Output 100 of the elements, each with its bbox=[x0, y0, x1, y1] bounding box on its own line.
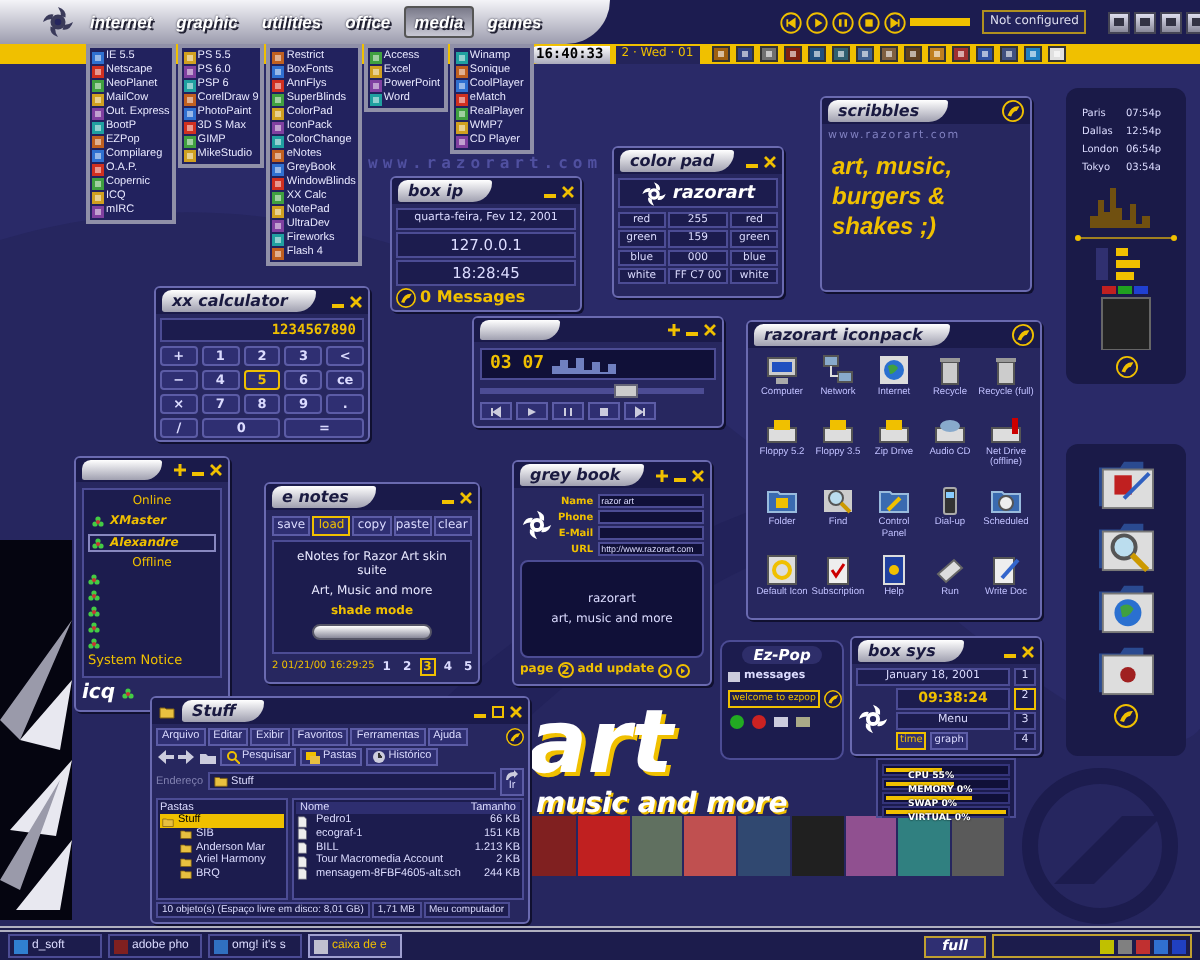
player-button[interactable] bbox=[516, 402, 548, 420]
close-icon[interactable] bbox=[350, 295, 362, 307]
slider-thumb[interactable] bbox=[613, 384, 638, 398]
notepad-pen-icon bbox=[990, 554, 1022, 587]
window-title: xx calculator bbox=[162, 290, 316, 312]
round-logo-icon bbox=[506, 728, 524, 746]
computer-icon bbox=[766, 354, 798, 386]
title-pill bbox=[480, 320, 560, 340]
forward-arrow-icon[interactable] bbox=[178, 750, 196, 764]
up-folder-icon[interactable] bbox=[200, 750, 216, 764]
next-icon[interactable] bbox=[884, 11, 906, 33]
message-count: 0 Messages bbox=[420, 287, 526, 307]
window-title: e notes bbox=[272, 486, 377, 508]
window-title: color pad bbox=[620, 150, 734, 172]
window-title: Stuff bbox=[182, 700, 264, 722]
trash-can-icon bbox=[934, 354, 966, 386]
network-icon bbox=[822, 354, 854, 386]
shade-button[interactable] bbox=[312, 624, 432, 641]
app-tile-icon[interactable] bbox=[711, 46, 730, 62]
next-icon bbox=[634, 405, 646, 417]
app-tile-icon[interactable] bbox=[975, 46, 994, 62]
toolbar-button[interactable] bbox=[1160, 11, 1182, 33]
close-icon[interactable] bbox=[562, 185, 574, 197]
previous-icon[interactable] bbox=[658, 663, 673, 677]
magnifier-icon[interactable] bbox=[1096, 518, 1156, 572]
maximize-icon[interactable] bbox=[492, 705, 504, 717]
play-icon bbox=[526, 405, 538, 417]
close-icon[interactable] bbox=[692, 469, 704, 481]
app-tile-icon[interactable] bbox=[831, 46, 850, 62]
close-icon[interactable] bbox=[704, 324, 716, 336]
player-button[interactable] bbox=[588, 402, 620, 420]
play-icon[interactable] bbox=[806, 11, 828, 33]
player-button[interactable] bbox=[480, 402, 512, 420]
app-tile-icon[interactable] bbox=[1023, 46, 1042, 62]
app-tile-icon[interactable] bbox=[879, 46, 898, 62]
photo-placeholder bbox=[952, 816, 1005, 876]
toolbar-button[interactable] bbox=[1108, 11, 1130, 33]
pause-icon bbox=[562, 405, 574, 417]
swirl-logo-icon bbox=[520, 508, 554, 542]
app-icon bbox=[114, 939, 128, 953]
drive-icon bbox=[990, 413, 1022, 446]
close-icon[interactable] bbox=[210, 464, 222, 476]
logo-text: razorart bbox=[672, 183, 756, 203]
document-pen-icon[interactable] bbox=[1096, 456, 1156, 510]
checklist-icon bbox=[822, 554, 854, 587]
app-tile-icon[interactable] bbox=[759, 46, 778, 62]
toolbar-button[interactable] bbox=[1134, 11, 1156, 33]
brand-text: icq bbox=[82, 682, 116, 704]
scribble-text: art, music, burgers & shakes ;) bbox=[830, 149, 955, 244]
photo-placeholder bbox=[577, 816, 630, 876]
app-tile-icon[interactable] bbox=[927, 46, 946, 62]
globe-icon[interactable] bbox=[1096, 580, 1156, 634]
round-logo-icon bbox=[1115, 356, 1137, 378]
app-tile-icon[interactable] bbox=[903, 46, 922, 62]
close-icon[interactable] bbox=[510, 705, 522, 717]
previous-icon[interactable] bbox=[780, 11, 802, 33]
app-icon bbox=[314, 939, 328, 953]
seal-icon[interactable] bbox=[1096, 642, 1156, 696]
player-button[interactable] bbox=[624, 402, 656, 420]
app-tile-icon[interactable] bbox=[999, 46, 1018, 62]
trash-can-icon bbox=[990, 354, 1022, 386]
wallpaper-text: www.razorart.com bbox=[368, 154, 603, 172]
close-icon[interactable] bbox=[460, 491, 472, 503]
back-arrow-icon[interactable] bbox=[156, 750, 174, 764]
pause-icon[interactable] bbox=[832, 11, 854, 33]
stop-icon bbox=[598, 405, 610, 417]
photo-placeholder bbox=[791, 816, 844, 876]
app-tile-icon[interactable] bbox=[1047, 46, 1066, 62]
tagline: music and more bbox=[536, 788, 788, 820]
previous-icon bbox=[490, 405, 502, 417]
app-tile-icon[interactable] bbox=[951, 46, 970, 62]
spectrum-graph bbox=[552, 354, 617, 374]
eraser-icon bbox=[934, 554, 966, 587]
app-tile-icon[interactable] bbox=[807, 46, 826, 62]
plus-icon[interactable] bbox=[668, 324, 680, 336]
close-icon[interactable] bbox=[1022, 645, 1034, 657]
go-arrow-icon bbox=[506, 770, 518, 780]
window-title: scribbles bbox=[828, 100, 948, 122]
magnifier-icon bbox=[822, 484, 854, 516]
input-field[interactable] bbox=[597, 526, 704, 540]
framed-ring-icon bbox=[766, 554, 798, 587]
next-icon[interactable] bbox=[676, 663, 691, 677]
globe-icon bbox=[878, 354, 910, 386]
window-title: box ip bbox=[398, 180, 492, 202]
plus-icon[interactable] bbox=[174, 464, 186, 476]
app-tile-icon[interactable] bbox=[855, 46, 874, 62]
plus-icon[interactable] bbox=[656, 469, 668, 481]
window-title: box sys bbox=[858, 640, 964, 662]
logo-text: art bbox=[528, 700, 673, 788]
stop-icon[interactable] bbox=[858, 11, 880, 33]
app-icon bbox=[214, 939, 228, 953]
app-tile-icon[interactable] bbox=[735, 46, 754, 62]
folder-icon bbox=[213, 774, 228, 789]
window-title: grey book bbox=[520, 464, 644, 486]
close-icon[interactable] bbox=[764, 155, 776, 167]
player-button[interactable] bbox=[552, 402, 584, 420]
input-field[interactable] bbox=[597, 510, 704, 524]
photo-placeholder bbox=[684, 816, 737, 876]
swirl-logo-icon bbox=[640, 179, 669, 207]
app-tile-icon[interactable] bbox=[783, 46, 802, 62]
